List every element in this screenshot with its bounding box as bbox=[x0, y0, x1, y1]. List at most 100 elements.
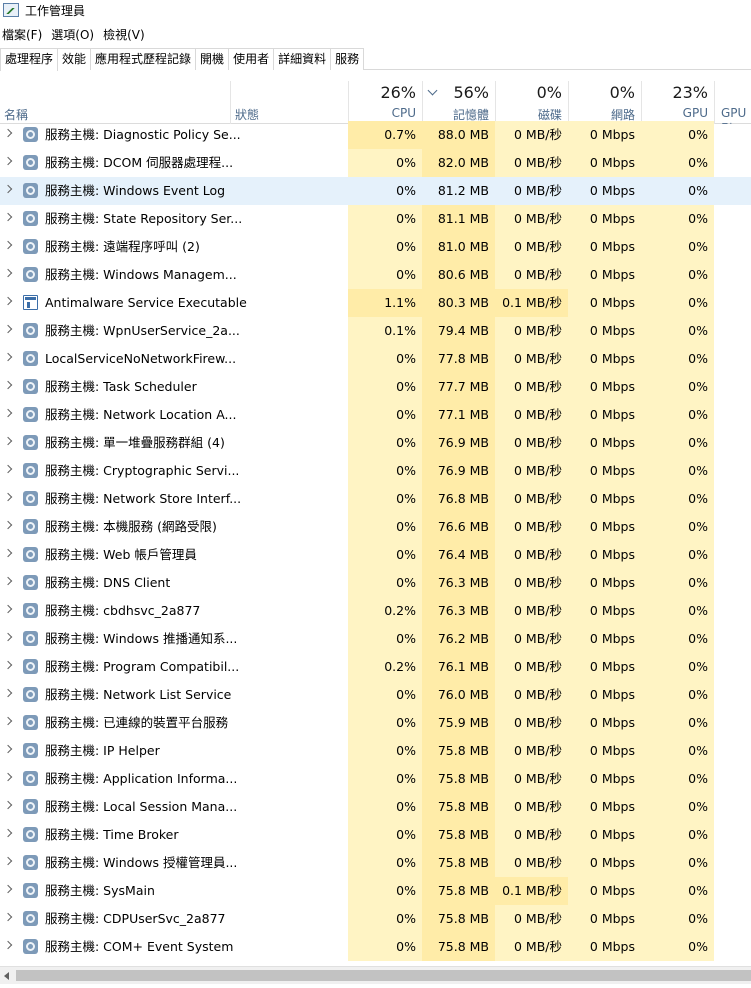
column-header-network[interactable]: 0% 網路 bbox=[568, 81, 641, 124]
expand-chevron-icon[interactable] bbox=[3, 128, 13, 138]
expand-chevron-icon[interactable] bbox=[3, 940, 13, 950]
process-cpu: 0% bbox=[348, 373, 422, 401]
column-header-name[interactable]: 名稱 bbox=[0, 81, 230, 124]
scroll-left-arrow-icon[interactable] bbox=[4, 972, 9, 980]
process-row[interactable]: 服務主機: Network List Service 0% 76.0 MB 0 MB/… bbox=[0, 681, 751, 709]
process-cpu: 0% bbox=[348, 485, 422, 513]
expand-chevron-icon[interactable] bbox=[3, 716, 13, 726]
process-row[interactable]: 服務主機: 本機服務 (網路受限) 0% 76.6 MB 0 MB/秒 0 Mbps 0% bbox=[0, 513, 751, 541]
tab-processes[interactable]: 處理程序 bbox=[0, 48, 59, 71]
process-gpu: 0% bbox=[641, 205, 714, 233]
process-name: 服務主機: Windows 授權管理員... bbox=[45, 855, 238, 870]
process-row[interactable]: 服務主機: IP Helper 0% 75.8 MB 0 MB/秒 0 Mbps 0% bbox=[0, 737, 751, 765]
process-memory: 77.7 MB bbox=[422, 373, 495, 401]
process-network: 0 Mbps bbox=[568, 765, 641, 793]
process-row[interactable]: 服務主機: DNS Client 0% 76.3 MB 0 MB/秒 0 Mbps 0% bbox=[0, 569, 751, 597]
expand-chevron-icon[interactable] bbox=[3, 520, 13, 530]
process-row[interactable]: 服務主機: Windows Managem... 0% 80.6 MB 0 MB/秒 0… bbox=[0, 261, 751, 289]
process-cpu: 0% bbox=[348, 457, 422, 485]
expand-chevron-icon[interactable] bbox=[3, 156, 13, 166]
process-row[interactable]: 服務主機: Windows 授權管理員... 0% 75.8 MB 0 MB/秒 0 M… bbox=[0, 849, 751, 877]
scrollbar-thumb[interactable] bbox=[16, 970, 751, 981]
expand-chevron-icon[interactable] bbox=[3, 912, 13, 922]
tab-startup[interactable]: 開機 bbox=[195, 48, 230, 70]
menu-options[interactable]: 選項(O) bbox=[49, 26, 101, 43]
process-row[interactable]: 服務主機: Diagnostic Policy Se... 0.7% 88.0 MB… bbox=[0, 121, 751, 149]
tab-details[interactable]: 詳細資料 bbox=[273, 48, 332, 70]
process-row[interactable]: 服務主機: Local Session Mana... 0% 75.8 MB 0 MB… bbox=[0, 793, 751, 821]
expand-chevron-icon[interactable] bbox=[3, 660, 13, 670]
horizontal-scrollbar[interactable] bbox=[0, 966, 751, 984]
process-row[interactable]: 服務主機: Program Compatibil... 0.2% 76.1 MB 0 … bbox=[0, 653, 751, 681]
process-row[interactable]: 服務主機: Time Broker 0% 75.8 MB 0 MB/秒 0 Mbps 0% bbox=[0, 821, 751, 849]
expand-chevron-icon[interactable] bbox=[3, 744, 13, 754]
expand-chevron-icon[interactable] bbox=[3, 576, 13, 586]
process-memory: 77.1 MB bbox=[422, 401, 495, 429]
expand-chevron-icon[interactable] bbox=[3, 184, 13, 194]
process-row[interactable]: Antimalware Service Executable 1.1% 80.3 M… bbox=[0, 289, 751, 317]
expand-chevron-icon[interactable] bbox=[3, 632, 13, 642]
process-row[interactable]: 服務主機: Task Scheduler 0% 77.7 MB 0 MB/秒 0 Mbp… bbox=[0, 373, 751, 401]
expand-chevron-icon[interactable] bbox=[3, 772, 13, 782]
expand-chevron-icon[interactable] bbox=[3, 688, 13, 698]
process-network: 0 Mbps bbox=[568, 149, 641, 177]
expand-chevron-icon[interactable] bbox=[3, 352, 13, 362]
process-row[interactable]: 服務主機: 單一堆疊服務群組 (4) 0% 76.9 MB 0 MB/秒 0 Mbps 0… bbox=[0, 429, 751, 457]
expand-chevron-icon[interactable] bbox=[3, 604, 13, 614]
process-row[interactable]: 服務主機: State Repository Ser... 0% 81.1 MB 0 … bbox=[0, 205, 751, 233]
tab-app-history[interactable]: 應用程式歷程記錄 bbox=[90, 48, 197, 70]
process-name: 服務主機: 遠端程序呼叫 (2) bbox=[45, 239, 200, 254]
column-header-disk[interactable]: 0% 磁碟 bbox=[495, 81, 568, 124]
expand-chevron-icon[interactable] bbox=[3, 296, 13, 306]
process-row[interactable]: 服務主機: Network Store Interf... 0% 76.8 MB 0 … bbox=[0, 485, 751, 513]
menu-file[interactable]: 檔案(F) bbox=[0, 26, 49, 43]
process-row[interactable]: 服務主機: Windows 推播通知系... 0% 76.2 MB 0 MB/秒 0 M… bbox=[0, 625, 751, 653]
process-row[interactable]: 服務主機: 已連線的裝置平台服務 0% 75.9 MB 0 MB/秒 0 Mbps 0% bbox=[0, 709, 751, 737]
expand-chevron-icon[interactable] bbox=[3, 856, 13, 866]
process-row[interactable]: 服務主機: Windows Event Log 0% 81.2 MB 0 MB/秒 0 … bbox=[0, 177, 751, 205]
column-header-cpu[interactable]: 26% CPU bbox=[348, 81, 422, 124]
process-memory: 82.0 MB bbox=[422, 149, 495, 177]
expand-chevron-icon[interactable] bbox=[3, 380, 13, 390]
column-header-memory[interactable]: 56% 記憶體 bbox=[422, 81, 495, 124]
process-row[interactable]: 服務主機: WpnUserService_2a... 0.1% 79.4 MB 0 M… bbox=[0, 317, 751, 345]
tab-users[interactable]: 使用者 bbox=[228, 48, 275, 70]
process-row[interactable]: 服務主機: Web 帳戶管理員 0% 76.4 MB 0 MB/秒 0 Mbps 0% bbox=[0, 541, 751, 569]
gear-icon bbox=[23, 519, 38, 534]
tab-performance[interactable]: 效能 bbox=[57, 48, 92, 70]
process-row[interactable]: 服務主機: DCOM 伺服器處理程... 0% 82.0 MB 0 MB/秒 0 Mbp… bbox=[0, 149, 751, 177]
process-gpu: 0% bbox=[641, 569, 714, 597]
process-row[interactable]: LocalServiceNoNetworkFirew... 0% 77.8 MB 0 … bbox=[0, 345, 751, 373]
column-header-gpu[interactable]: 23% GPU bbox=[641, 81, 714, 124]
process-row[interactable]: 服務主機: Network Location A... 0% 77.1 MB 0 MB… bbox=[0, 401, 751, 429]
tab-services[interactable]: 服務 bbox=[330, 48, 365, 70]
process-row[interactable]: 服務主機: 遠端程序呼叫 (2) 0% 81.0 MB 0 MB/秒 0 Mbps 0% bbox=[0, 233, 751, 261]
expand-chevron-icon[interactable] bbox=[3, 268, 13, 278]
process-row[interactable]: 服務主機: COM+ Event System 0% 75.8 MB 0 MB/秒 0 … bbox=[0, 933, 751, 961]
expand-chevron-icon[interactable] bbox=[3, 464, 13, 474]
process-row[interactable]: 服務主機: Application Informa... 0% 75.8 MB 0 M… bbox=[0, 765, 751, 793]
expand-chevron-icon[interactable] bbox=[3, 212, 13, 222]
expand-chevron-icon[interactable] bbox=[3, 324, 13, 334]
process-network: 0 Mbps bbox=[568, 905, 641, 933]
expand-chevron-icon[interactable] bbox=[3, 884, 13, 894]
process-disk: 0 MB/秒 bbox=[495, 429, 568, 457]
process-row[interactable]: 服務主機: CDPUserSvc_2a877 0% 75.8 MB 0 MB/秒 0 M… bbox=[0, 905, 751, 933]
expand-chevron-icon[interactable] bbox=[3, 436, 13, 446]
expand-chevron-icon[interactable] bbox=[3, 240, 13, 250]
expand-chevron-icon[interactable] bbox=[3, 828, 13, 838]
column-header-gpu-engine[interactable]: GPU 引 bbox=[714, 81, 751, 124]
process-row[interactable]: 服務主機: Cryptographic Servi... 0% 76.9 MB 0 M… bbox=[0, 457, 751, 485]
expand-chevron-icon[interactable] bbox=[3, 408, 13, 418]
process-gpu: 0% bbox=[641, 233, 714, 261]
gear-icon bbox=[23, 771, 38, 786]
process-row[interactable]: 服務主機: SysMain 0% 75.8 MB 0.1 MB/秒 0 Mbps 0% bbox=[0, 877, 751, 905]
process-cpu: 0% bbox=[348, 625, 422, 653]
column-header-row: 名稱 狀態 26% CPU 56% 記憶體 0% 磁碟 0% 網路 23% GP… bbox=[0, 81, 751, 124]
expand-chevron-icon[interactable] bbox=[3, 492, 13, 502]
menu-view[interactable]: 檢視(V) bbox=[101, 26, 152, 43]
expand-chevron-icon[interactable] bbox=[3, 800, 13, 810]
column-header-status[interactable]: 狀態 bbox=[230, 81, 348, 124]
process-row[interactable]: 服務主機: cbdhsvc_2a877 0.2% 76.3 MB 0 MB/秒 0 Mb… bbox=[0, 597, 751, 625]
expand-chevron-icon[interactable] bbox=[3, 548, 13, 558]
